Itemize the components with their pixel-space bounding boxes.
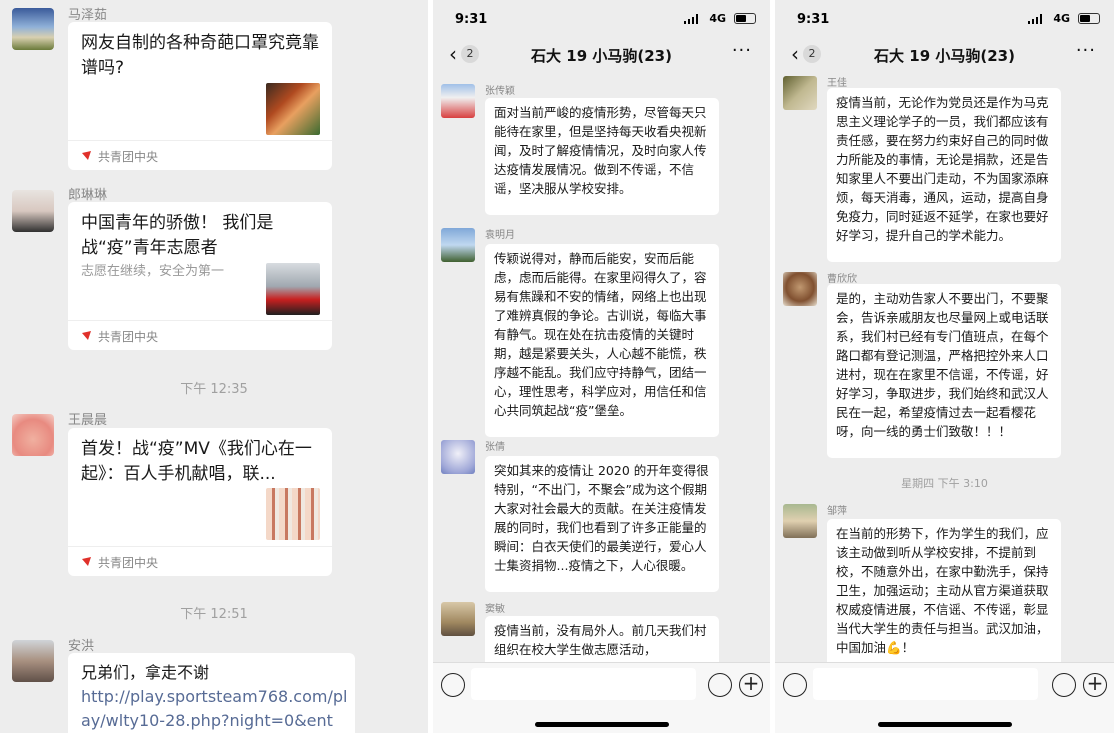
source-name: 共青团中央 [98,330,159,344]
message-list[interactable]: 张传颖 面对当前严峻的疫情形势，尽管每天只能待在家里，但是坚持每天收看央视新闻，… [433,74,770,662]
source-logo-icon [82,557,91,566]
message-text: 兄弟们，拿走不谢 http://play.sportsteam768.com/p… [81,661,351,733]
sender-name: 袁明月 [485,230,515,241]
avatar[interactable] [441,228,475,262]
sender-name: 张倩 [485,442,505,453]
sender-name: 郎琳琳 [68,188,108,203]
emoji-icon[interactable] [1052,673,1076,697]
message-body: 兄弟们，拿走不谢 [81,663,210,682]
plus-icon[interactable]: + [739,673,763,697]
avatar[interactable] [12,190,54,232]
battery-icon [1078,13,1100,24]
source-name: 共青团中央 [98,556,159,570]
article-subtitle: 志愿在继续，安全为第一 [81,264,225,279]
sender-name: 窦敏 [485,604,505,615]
avatar[interactable] [783,76,817,110]
article-card[interactable]: 网友自制的各种奇葩口罩究竟靠谱吗? 共青团中央 [68,22,332,170]
article-card[interactable]: 中国青年的骄傲！ 我们是战“疫”青年志愿者 志愿在继续，安全为第一 共青团中央 [68,202,332,350]
timestamp: 星期四 下午 3:10 [901,477,988,490]
sender-name: 王晨晨 [68,413,108,428]
article-thumbnail [266,488,320,540]
message-list[interactable]: 王佳 疫情当前，无论作为党员还是作为马克思主义理论学子的一员，我们都应该有责任感… [775,74,1114,662]
chat-panel-middle[interactable]: 9:31 4G ‹ 2 石大 19 小马驹(23) ··· 张传颖 面对当前严峻… [433,0,770,733]
network-label: 4G [709,12,726,25]
message-input[interactable] [813,668,1038,700]
voice-icon[interactable] [783,673,807,697]
nav-bar: ‹ 2 石大 19 小马驹(23) ··· [775,34,1114,74]
avatar[interactable] [12,8,54,50]
message-bubble[interactable]: 在当前的形势下，作为学生的我们，应该主动做到听从学校安排，不提前到校，不随意外出… [827,519,1061,662]
chat-title: 石大 19 小马驹(23) [874,47,1015,65]
chat-title: 石大 19 小马驹(23) [531,47,672,65]
source-logo-icon [82,151,91,160]
sender-name: 安洪 [68,639,95,654]
more-icon[interactable]: ··· [732,40,752,61]
timestamp: 下午 12:51 [180,607,248,622]
input-bar: + [433,662,770,733]
chat-panel-left[interactable]: 马泽茹 网友自制的各种奇葩口罩究竟靠谱吗? 共青团中央 郎琳琳 中国青年的骄傲！… [0,0,428,733]
message-bubble[interactable]: 疫情当前，没有局外人。前几天我们村组织在校大学生做志愿活动， [485,616,719,662]
article-thumbnail [266,263,320,315]
chat-panel-right[interactable]: 9:31 4G ‹ 2 石大 19 小马驹(23) ··· 王佳 疫情当前，无论… [775,0,1114,733]
message-input[interactable] [471,668,696,700]
avatar[interactable] [783,272,817,306]
signal-icon [684,14,698,24]
avatar[interactable] [12,414,54,456]
sender-name: 马泽茹 [68,8,108,23]
sender-name: 王佳 [827,78,847,89]
sender-name: 张传颖 [485,86,515,97]
home-indicator [877,722,1012,727]
text-bubble[interactable]: 兄弟们，拿走不谢 http://play.sportsteam768.com/p… [68,653,355,733]
status-time: 9:31 [455,12,488,27]
avatar[interactable] [441,440,475,474]
source-logo-icon [82,331,91,340]
article-source: 共青团中央 [68,546,332,576]
emoji-icon[interactable] [708,673,732,697]
voice-icon[interactable] [441,673,465,697]
article-source: 共青团中央 [68,320,332,350]
article-title: 首发！战“疫”MV《我们心在一起》：百人手机献唱，联... [81,439,312,484]
message-bubble[interactable]: 是的，主动劝告家人不要出门，不要聚会，告诉亲戚朋友也尽量网上或电话联系，我们村已… [827,284,1061,458]
avatar[interactable] [441,84,475,118]
timestamp: 下午 12:35 [180,382,248,397]
plus-icon[interactable]: + [1083,673,1107,697]
more-icon[interactable]: ··· [1076,40,1096,61]
input-bar: + [775,662,1114,733]
source-name: 共青团中央 [98,150,159,164]
message-bubble[interactable]: 突如其来的疫情让 2020 的开年变得很特别，“不出门，不聚会”成为这个假期大家… [485,456,719,592]
article-card[interactable]: 首发！战“疫”MV《我们心在一起》：百人手机献唱，联... 共青团中央 [68,428,332,576]
network-label: 4G [1053,12,1070,25]
avatar[interactable] [783,504,817,538]
avatar[interactable] [441,602,475,636]
message-bubble[interactable]: 面对当前严峻的疫情形势，尽管每天只能待在家里，但是坚持每天收看央视新闻，及时了解… [485,98,719,215]
article-title: 中国青年的骄傲！ 我们是战“疫”青年志愿者 [81,213,274,258]
message-bubble[interactable]: 传颖说得对，静而后能安，安而后能虑，虑而后能得。在家里闷得久了，容易有焦躁和不安… [485,244,719,437]
home-indicator [534,722,669,727]
article-source: 共青团中央 [68,140,332,170]
sender-name: 邹萍 [827,506,847,517]
status-time: 9:31 [797,12,830,27]
message-bubble[interactable]: 疫情当前，无论作为党员还是作为马克思主义理论学子的一员，我们都应该有责任感，要在… [827,88,1061,262]
article-title: 网友自制的各种奇葩口罩究竟靠谱吗? [81,33,319,78]
signal-icon [1028,14,1042,24]
article-thumbnail [266,83,320,135]
battery-icon [734,13,756,24]
sender-name: 曹欣欣 [827,274,857,285]
message-link[interactable]: http://play.sportsteam768.com/play/wlty1… [81,687,347,730]
nav-bar: ‹ 2 石大 19 小马驹(23) ··· [433,34,770,74]
avatar[interactable] [12,640,54,682]
